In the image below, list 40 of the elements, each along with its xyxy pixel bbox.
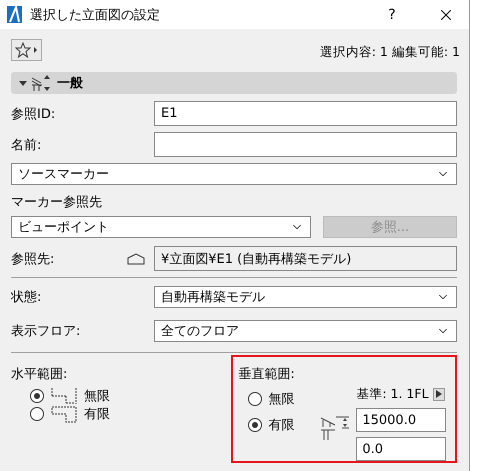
radio-button[interactable] [248,418,262,432]
favorites-button[interactable] [11,39,42,61]
radio-button[interactable] [248,392,262,406]
window-title: 選択した立面図の設定 [30,6,161,24]
star-icon [14,42,38,58]
radio-label: 無限 [84,388,110,405]
radio-label: 有限 [268,417,294,434]
marker-type-dropdown[interactable]: ソースマーカー [11,163,457,185]
app-logo-icon [7,6,22,23]
reference-path-field: ¥立面図¥E1 (自動再構築モデル) [154,246,457,271]
display-floor-dropdown[interactable]: 全てのフロア [154,320,457,342]
radio-label: 有限 [84,406,110,423]
reference-level-label: 基準: 1. 1FL [356,386,429,402]
marker-reference-dropdown[interactable]: ビューポイント [11,216,311,238]
help-button[interactable]: ? [369,6,415,22]
field-label: マーカー参照先 [11,194,102,211]
field-label: 参照先: [11,250,56,268]
bottom-offset-field[interactable]: 0.0 [356,437,446,461]
reference-id-field[interactable]: E1 [154,101,457,126]
elevation-icon [31,74,53,92]
field-label: 状態: [11,289,42,306]
radio-button[interactable] [30,389,44,403]
field-label: 水平範囲: [11,366,68,383]
open-range-icon [50,387,78,405]
field-label: 表示フロア: [11,323,82,340]
triangle-right-icon [436,390,442,398]
field-label: 参照ID: [11,106,56,122]
selection-info: 選択内容: 1 編集可能: 1 [320,44,460,61]
top-offset-field[interactable]: 15000.0 [356,408,446,432]
name-field[interactable] [154,132,457,157]
section-header[interactable]: 一般 [11,72,457,94]
radio-button[interactable] [30,407,44,421]
field-label: 名前: [11,136,42,154]
house-icon [127,252,145,264]
status-dropdown[interactable]: 自動再構築モデル [154,286,457,308]
reference-menu-button[interactable] [432,388,445,400]
bounded-range-icon [50,405,78,423]
radio-label: 無限 [268,391,294,408]
expand-triangle-icon [19,79,27,87]
field-label: 垂直範囲: [238,366,296,383]
